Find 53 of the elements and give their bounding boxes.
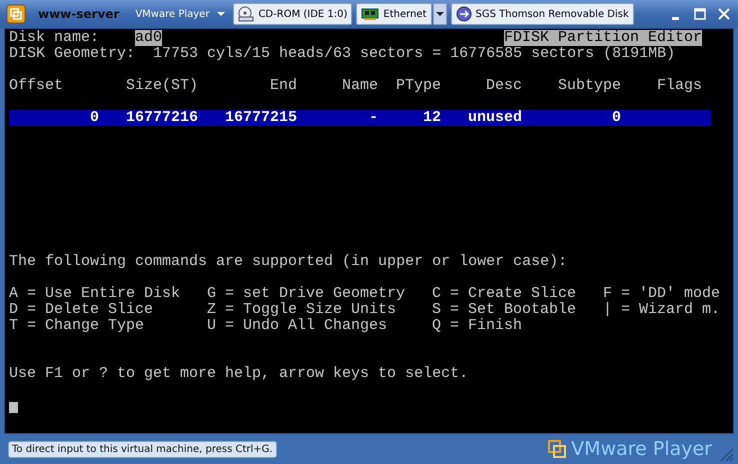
table-cell: 16777215 — [225, 110, 297, 126]
column-header: Offset — [9, 78, 63, 94]
player-menu[interactable]: VMware Player — [131, 6, 230, 22]
command-hint: F = 'DD' mode — [603, 286, 722, 302]
table-cell-text: - — [368, 110, 378, 126]
disk-geometry: DISK Geometry: 17753 cyls/15 heads/63 sectors = 16776585 sectors (8191MB) — [9, 46, 676, 62]
command-hint: A = Use Entire Disk — [9, 286, 182, 302]
caret-icon — [436, 12, 444, 16]
disk-name-value: ad0 — [135, 30, 162, 46]
command-hint: G = set Drive Geometry — [207, 286, 406, 302]
brand-logo: VMware Player — [571, 438, 712, 460]
device-button[interactable]: Ethernet — [356, 3, 432, 25]
close-icon — [718, 8, 730, 20]
command-hint: Z = Toggle Size Units — [207, 302, 398, 318]
column-header: PType — [396, 78, 441, 94]
caret-icon — [217, 12, 226, 16]
device-dropdown[interactable] — [432, 3, 446, 25]
command-hint: Q = Finish — [432, 318, 524, 334]
logo-icon — [547, 439, 568, 459]
commands-intro: The following commands are supported (in upper or lower case): — [9, 254, 568, 270]
command-hint: C = Create Slice — [432, 286, 578, 302]
table-cell-text: 12 — [422, 110, 441, 126]
command-hint: | = Wizard m. — [603, 302, 722, 318]
column-header: Desc — [484, 78, 522, 94]
help-text: Use F1 or ? to get more help, arrow keys to select. — [9, 366, 470, 382]
column-header: Subtype — [558, 78, 621, 94]
command-hint: U = Undo All Changes — [207, 318, 388, 334]
disc-drive-icon — [238, 6, 254, 22]
command-hint: T = Change Type — [9, 318, 146, 334]
column-header: End — [268, 78, 297, 94]
table-cell-text: 0 — [610, 110, 621, 126]
column-header: Size(ST) — [126, 78, 198, 94]
column-header: Flags — [657, 78, 702, 94]
disk-name-label: Disk name: — [9, 30, 99, 46]
device-button[interactable]: CD-ROM (IDE 1:0) — [233, 3, 352, 25]
editor-title: FDISK Partition Editor — [504, 30, 702, 46]
app-icon — [6, 4, 26, 24]
table-cell: unused — [468, 110, 522, 126]
status-hint: To direct input to this virtual machine, press Ctrl+G. — [8, 440, 277, 458]
maximize-icon — [694, 8, 706, 20]
device-button[interactable]: SGS Thomson Removable Disk — [450, 3, 634, 25]
resize-grip-icon[interactable] — [718, 446, 734, 462]
partition-row[interactable]: 0 16777216 16777215 - 12 unused 0 — [9, 110, 712, 126]
minimize-icon — [672, 17, 679, 20]
table-cell-text: 0 — [88, 110, 99, 126]
column-header: Name — [342, 78, 378, 94]
command-hint: S = Set Bootable — [432, 302, 578, 318]
window-title: www-server — [38, 7, 120, 21]
command-hint: D = Delete Slice — [9, 302, 154, 318]
usb-icon — [456, 6, 472, 22]
network-card-icon — [361, 7, 380, 21]
table-cell: 16777216 — [126, 110, 198, 126]
text-cursor — [9, 402, 18, 413]
